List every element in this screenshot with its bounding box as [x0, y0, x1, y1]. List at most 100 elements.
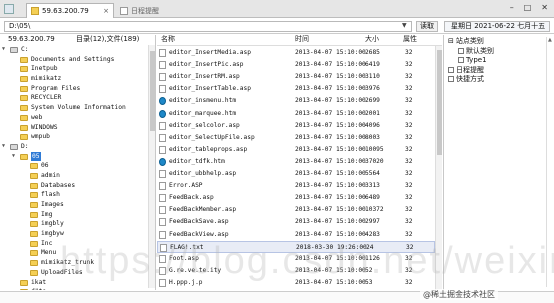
file-icon — [159, 254, 166, 263]
close-icon[interactable]: × — [103, 7, 109, 15]
file-size: 10095 — [365, 145, 384, 153]
folder-icon — [20, 85, 28, 92]
directory-tree: ▼ C: Documents and Settings Inetpub mimikatz… — [0, 45, 148, 290]
site-category-item[interactable]: 默认类别 — [458, 47, 494, 56]
drive-icon — [10, 143, 18, 150]
file-row[interactable]: Foot.asp 2013-04-07 15:10:00 1126 32 — [157, 253, 435, 265]
file-time: 2013-04-07 15:10:00 — [295, 170, 366, 177]
file-row[interactable]: editor_InsertMedia.asp 2013-04-07 15:10:0… — [157, 47, 435, 59]
site-category-item[interactable]: 日程提醒 — [448, 66, 484, 75]
file-row[interactable]: FeedBackMember.asp 2013-04-07 15:10:00 103… — [157, 204, 435, 216]
file-row[interactable]: editor_insmenu.htm 2013-04-07 15:10:00 269… — [157, 95, 435, 107]
site-category-item[interactable]: ⊟ 站点类别 — [448, 37, 484, 46]
file-icon — [159, 278, 166, 287]
file-time: 2013-04-07 15:10:00 — [295, 157, 366, 165]
file-time: 2013-04-07 15:10:00 — [295, 230, 366, 238]
file-row[interactable]: FeedBackSave.asp 2013-04-07 15:10:00 2997 3… — [157, 216, 435, 228]
file-row[interactable]: editor_InsertRM.asp 2013-04-07 15:10:00 31… — [157, 71, 435, 83]
scrollbar-thumb[interactable] — [150, 51, 155, 131]
tree-item[interactable]: ▼ D: — [0, 142, 148, 152]
folder-icon — [30, 211, 38, 218]
file-row[interactable]: editor_ubbhelp.asp 2013-04-07 15:10:00 556… — [157, 168, 435, 180]
tree-item[interactable]: Menu — [0, 248, 148, 258]
tree-item[interactable]: wmpub — [0, 132, 148, 142]
column-size[interactable]: 大小 — [365, 35, 379, 44]
app-icon — [4, 4, 14, 14]
file-row[interactable]: editor_tableprops.asp 2013-04-07 15:10:00… — [157, 144, 435, 156]
tree-item[interactable]: mimikatz_trunk — [0, 258, 148, 268]
folder-icon — [20, 105, 28, 112]
file-row[interactable]: G.re.ve.te.ity 2013-04-07 15:10:00 52 32 — [157, 265, 435, 277]
tree-item[interactable]: imgbly — [0, 219, 148, 229]
site-category-item[interactable]: 快捷方式 — [448, 75, 484, 84]
tree-item[interactable]: mimikatz — [0, 74, 148, 84]
site-panel: ⊟ 站点类别 默认类别 Type1 日程提醒 快捷方式 ▲ — [443, 35, 554, 290]
file-row[interactable]: H.ppp.j.p 2013-04-07 15:10:00 53 32 — [157, 277, 435, 289]
file-row[interactable]: editor_tdfk.htm 2013-04-07 15:10:00 37020 3… — [157, 156, 435, 168]
read-button[interactable]: 读取 — [416, 21, 438, 32]
maximize-icon[interactable]: □ — [524, 3, 532, 12]
scroll-up-icon[interactable]: ▲ — [548, 37, 552, 43]
tree-item[interactable]: 06 — [0, 161, 148, 171]
tree-item[interactable]: RECYCLER — [0, 93, 148, 103]
minimize-icon[interactable]: – — [510, 3, 514, 12]
tree-scrollbar[interactable] — [148, 45, 155, 288]
tree-item[interactable]: WINDOWS — [0, 123, 148, 133]
file-scrollbar[interactable] — [435, 46, 442, 290]
file-name: editor_InsertMedia.asp — [169, 49, 251, 56]
tree-item[interactable]: ▼ 05 — [0, 151, 148, 162]
file-row[interactable]: editor_InsertTable.asp 2013-04-07 15:10:0… — [157, 83, 435, 95]
tree-item-label: Images — [41, 201, 64, 208]
file-name: editor_tdfk.htm — [169, 157, 225, 165]
file-size: 1126 — [365, 254, 380, 262]
site-category-item[interactable]: Type1 — [458, 56, 487, 65]
file-row[interactable]: Error.ASP 2013-04-07 15:10:00 3313 32 — [157, 180, 435, 192]
scrollbar-thumb[interactable] — [437, 50, 442, 155]
panel-scrollbar[interactable]: ▲ — [546, 37, 554, 287]
tree-item[interactable]: imgbyw — [0, 229, 148, 239]
file-row[interactable]: FeedBackView.asp 2013-04-07 15:10:00 4283 3… — [157, 229, 435, 241]
tree-item[interactable]: ikat — [0, 278, 148, 288]
file-attr: 32 — [405, 145, 413, 153]
column-name[interactable]: 名称 — [161, 35, 175, 44]
file-row[interactable]: editor_SelectUpFile.asp 2013-04-07 15:10:… — [157, 132, 435, 144]
tree-item[interactable]: Inetpub — [0, 64, 148, 74]
tree-item[interactable]: d"to — [0, 287, 148, 290]
path-input[interactable]: D:\05\ — [4, 21, 412, 32]
tab-schedule[interactable]: 日程提醒 — [116, 3, 200, 18]
file-icon — [160, 243, 167, 252]
tree-item[interactable]: Img — [0, 210, 148, 220]
file-row[interactable]: FeedBack.asp 2013-04-07 15:10:00 6489 32 — [157, 192, 435, 204]
tab-site[interactable]: 59.63.200.79 × — [26, 3, 114, 18]
tree-item[interactable]: System Volume Information — [0, 103, 148, 113]
file-name: FeedBackMember.asp — [169, 206, 237, 214]
file-row[interactable]: editor_marquee.htm 2013-04-07 15:10:00 200… — [157, 108, 435, 120]
tree-item[interactable]: web — [0, 113, 148, 123]
close-window-icon[interactable]: ✕ — [541, 3, 548, 12]
file-time: 2013-04-07 15:10:00 — [295, 194, 366, 202]
tree-item[interactable]: Databases — [0, 181, 148, 191]
file-row[interactable]: editor_selcolor.asp 2013-04-07 15:10:00 40… — [157, 120, 435, 132]
collapse-icon[interactable]: ⊟ — [448, 37, 454, 45]
tree-item[interactable]: Documents and Settings — [0, 55, 148, 65]
tree-item[interactable]: ▼ C: — [0, 45, 148, 55]
tree-item[interactable]: Images — [0, 200, 148, 210]
file-name: FeedBackView.asp — [169, 230, 229, 238]
column-time[interactable]: 时间 — [295, 35, 309, 44]
file-row[interactable]: editor_InsertPic.asp 2013-04-07 15:10:00 6… — [157, 59, 435, 71]
file-row[interactable]: FLAG!.txt 2018-03-30 19:26:00 24 32 — [157, 240, 435, 253]
column-attr[interactable]: 属性 — [403, 35, 417, 44]
expand-icon[interactable]: ▼ — [2, 142, 8, 152]
tree-item[interactable]: Inc — [0, 239, 148, 249]
file-size: 5564 — [365, 170, 380, 177]
chevron-down-icon[interactable]: ▼ — [402, 22, 407, 29]
directory-pane: 59.63.200.79 目录(12),文件(189) ▼ C: Documents… — [0, 35, 156, 290]
tree-item[interactable]: Program Files — [0, 84, 148, 94]
tree-item[interactable]: UploadFiles — [0, 268, 148, 278]
tree-item[interactable]: admin — [0, 171, 148, 181]
tree-item[interactable]: flash — [0, 190, 148, 200]
expand-icon[interactable]: ▼ — [12, 152, 18, 162]
file-time: 2013-04-07 15:10:00 — [295, 145, 366, 153]
tree-item-label: C: — [21, 46, 29, 53]
expand-icon[interactable]: ▼ — [2, 45, 8, 55]
